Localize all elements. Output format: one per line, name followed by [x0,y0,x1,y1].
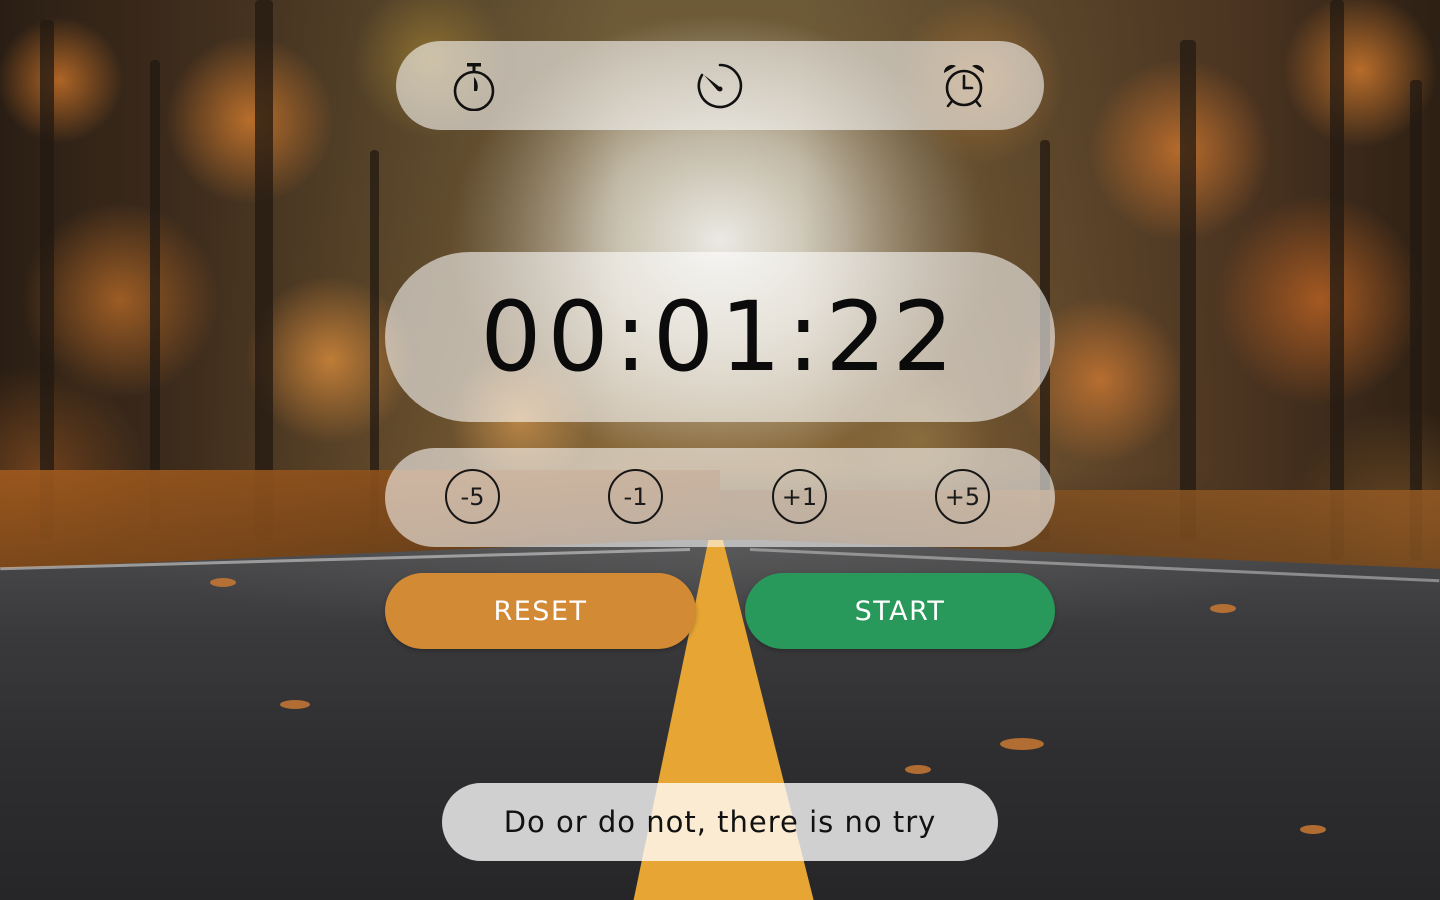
tree-trunk [1410,80,1422,560]
fallen-leaf [1300,825,1326,834]
minus-five-button[interactable]: -5 [445,469,500,524]
fallen-leaf [905,765,931,774]
timer-display-panel: 00:01:22 [385,252,1055,422]
tree-trunk [40,20,54,540]
fallen-leaf [210,578,236,587]
quote-panel: Do or do not, there is no try [442,783,998,861]
tree-trunk [255,0,273,540]
minus-one-button[interactable]: -1 [608,469,663,524]
plus-one-button[interactable]: +1 [772,469,827,524]
quote-text: Do or do not, there is no try [503,805,937,839]
mode-selector-bar [396,41,1044,130]
app-root: 00:01:22 -5 -1 +1 +5 RESET START Do or d… [0,0,1440,900]
plus-five-button[interactable]: +5 [935,469,990,524]
fallen-leaf [1210,604,1236,613]
time-adjust-panel: -5 -1 +1 +5 [385,448,1055,547]
tree-trunk [150,60,160,530]
alarm-mode-button[interactable] [937,59,991,113]
reset-button-label: RESET [493,595,588,627]
reset-button[interactable]: RESET [385,573,696,649]
tree-trunk [1330,0,1344,560]
start-button[interactable]: START [745,573,1055,649]
stopwatch-mode-button[interactable] [447,59,501,113]
alarm-clock-icon [943,64,985,108]
timer-readout: 00:01:22 [480,281,960,393]
timer-mode-button[interactable] [693,59,747,113]
timer-dial-icon [697,63,743,109]
fallen-leaf [1000,738,1044,750]
stopwatch-icon [453,63,495,111]
tree-trunk [1180,40,1196,540]
start-button-label: START [854,595,946,627]
fallen-leaf [280,700,310,709]
